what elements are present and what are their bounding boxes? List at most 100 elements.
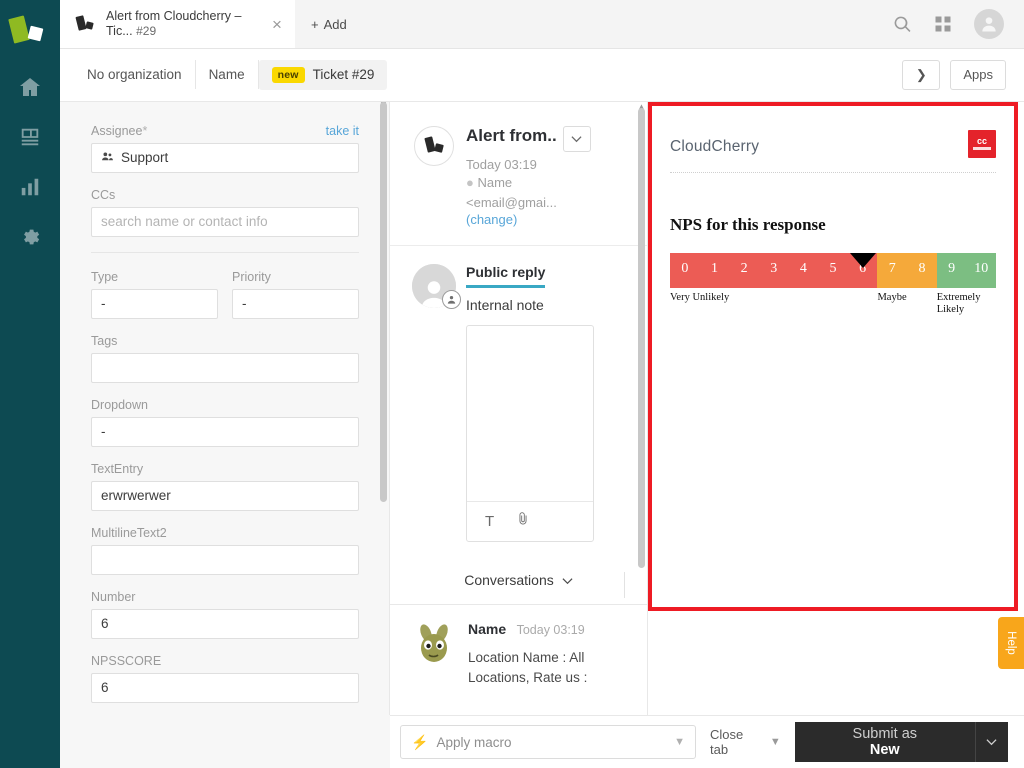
add-tab-button[interactable]: + Add	[295, 0, 363, 48]
message-body: Name Today 03:19 Location Name : All Loc…	[468, 621, 637, 688]
field-assignee: take it Assignee* Support	[91, 124, 359, 173]
text-format-icon[interactable]: T	[485, 513, 494, 530]
close-icon[interactable]: ×	[267, 16, 287, 33]
ticket-tab[interactable]: Alert from Cloudcherry – Tic... #29 ×	[60, 0, 295, 48]
article-actions-button[interactable]	[563, 126, 591, 152]
nps-cell-2[interactable]: 2	[729, 253, 759, 286]
assignee-label-text: Assignee	[91, 124, 142, 138]
nps-cell-3[interactable]: 3	[759, 253, 789, 286]
nps-cell-4[interactable]: 4	[789, 253, 819, 286]
cloudcherry-header: CloudCherry cc	[670, 130, 996, 173]
tags-input[interactable]	[91, 353, 359, 383]
nps-section-title: NPS for this response	[670, 215, 996, 235]
bottom-left-filler	[60, 715, 390, 768]
nps-cell-0[interactable]: 0	[670, 253, 700, 286]
grid-icon[interactable]	[934, 15, 952, 33]
article-meta: Alert from.. Today 03:19 ● Name	[466, 126, 631, 227]
submit-prefix: Submit as	[853, 726, 917, 742]
type-select[interactable]: -	[91, 289, 218, 319]
chevron-down-icon: ▼	[770, 736, 781, 748]
take-it-link[interactable]: take it	[326, 124, 359, 138]
article-sender-email: <email@gmai...	[466, 194, 631, 212]
dropdown-select[interactable]: -	[91, 417, 359, 447]
sidebar-item-dashboard[interactable]	[0, 64, 60, 114]
paperclip-icon[interactable]	[516, 511, 530, 532]
sidebar-item-reporting[interactable]	[0, 164, 60, 214]
article-timestamp: Today 03:19	[466, 157, 631, 172]
breadcrumb-customer[interactable]: Name	[196, 60, 259, 89]
sidebar-item-admin[interactable]	[0, 214, 60, 264]
field-ccs: CCs search name or contact info	[91, 188, 359, 237]
home-icon	[17, 75, 43, 104]
npsscore-input[interactable]: 6	[91, 673, 359, 703]
nps-caption-low: Very Unlikely	[670, 292, 729, 304]
multilinetext2-input[interactable]	[91, 545, 359, 575]
plus-icon: +	[311, 17, 319, 32]
ticket-tab-icon	[74, 13, 96, 35]
gear-icon	[19, 226, 41, 253]
ticket-tab-title-text: Alert from Cloudcherry – Tic...	[106, 9, 241, 38]
message-sender: Name	[468, 621, 506, 637]
reply-editor[interactable]: T	[466, 325, 594, 542]
change-customer-link[interactable]: (change)	[466, 212, 631, 227]
npsscore-value: 6	[101, 680, 109, 695]
tab-internal-note[interactable]: Internal note	[466, 297, 633, 313]
next-ticket-button[interactable]: ❯	[902, 60, 940, 90]
nps-cell-1[interactable]: 1	[700, 253, 730, 286]
reply-textarea[interactable]	[467, 326, 593, 501]
nps-cell-9[interactable]: 9	[937, 253, 967, 286]
ccs-input[interactable]: search name or contact info	[91, 207, 359, 237]
apply-macro-label: Apply macro	[436, 735, 511, 750]
user-avatar[interactable]	[974, 9, 1004, 39]
nps-selected-pointer	[850, 253, 876, 268]
chevron-down-icon	[562, 572, 573, 588]
nps-captions: Very Unlikely Maybe Extremely Likely	[670, 292, 996, 318]
search-icon[interactable]	[893, 15, 912, 34]
article-sender-name: Name	[477, 175, 512, 190]
sidebar-item-overviews[interactable]	[0, 114, 60, 164]
ccs-placeholder: search name or contact info	[101, 214, 268, 229]
nps-underline	[670, 286, 996, 288]
attributes-scrollbar[interactable]: ▲ ▼	[380, 102, 387, 768]
apps-button[interactable]: Apps	[950, 60, 1006, 90]
nps-caption-mid: Maybe	[877, 292, 906, 304]
visibility-icon[interactable]	[442, 290, 461, 309]
field-npsscore: NPSSCORE 6	[91, 654, 359, 703]
nps-cell-7[interactable]: 7	[877, 253, 907, 286]
apply-macro-select[interactable]: ⚡ Apply macro ▼	[400, 725, 696, 759]
close-tab-button[interactable]: Close tab ▼	[710, 727, 781, 757]
cloudcherry-logo-glyph: cc	[977, 137, 987, 145]
number-input[interactable]: 6	[91, 609, 359, 639]
type-value: -	[101, 296, 106, 311]
tab-public-reply[interactable]: Public reply	[466, 264, 545, 288]
cloudcherry-sidebar-panel: ↻ CloudCherry cc NPS for this response	[648, 102, 1024, 768]
nps-underline-seg	[848, 286, 878, 288]
nps-underline-seg	[907, 286, 937, 288]
textentry-input[interactable]: erwrwerwer	[91, 481, 359, 511]
conversations-label: Conversations	[464, 572, 554, 588]
textentry-label: TextEntry	[91, 462, 359, 476]
priority-select[interactable]: -	[232, 289, 359, 319]
field-dropdown: Dropdown -	[91, 398, 359, 447]
article-vertical-scrollbar[interactable]: ▲ ▼	[637, 102, 646, 768]
article-title: Alert from..	[466, 126, 557, 146]
message-header: Name Today 03:19	[468, 621, 637, 639]
assignee-required-mark: *	[142, 124, 147, 138]
message-avatar	[412, 621, 456, 665]
nps-cell-8[interactable]: 8	[907, 253, 937, 286]
submit-options-button[interactable]	[975, 722, 1008, 762]
assignee-input[interactable]: Support	[91, 143, 359, 173]
nps-cell-10[interactable]: 10	[966, 253, 996, 286]
breadcrumb-organization[interactable]: No organization	[74, 60, 196, 89]
nps-scale: 012345678910	[670, 253, 996, 286]
submit-button[interactable]: Submit as New	[795, 722, 975, 762]
zammad-logo-icon[interactable]	[9, 14, 51, 50]
highlight-annotation-box: CloudCherry cc NPS for this response 012…	[648, 102, 1018, 611]
nps-underline-seg	[700, 286, 730, 288]
breadcrumb-ticket[interactable]: new Ticket #29	[259, 60, 388, 90]
nps-scale-widget: 012345678910 Very Unlikely Maybe Extreme…	[670, 253, 996, 318]
nps-underline-seg	[789, 286, 819, 288]
help-tab-button[interactable]: Help	[998, 617, 1024, 669]
conversations-toggle[interactable]: Conversations	[464, 572, 573, 588]
nps-cell-5[interactable]: 5	[818, 253, 848, 286]
